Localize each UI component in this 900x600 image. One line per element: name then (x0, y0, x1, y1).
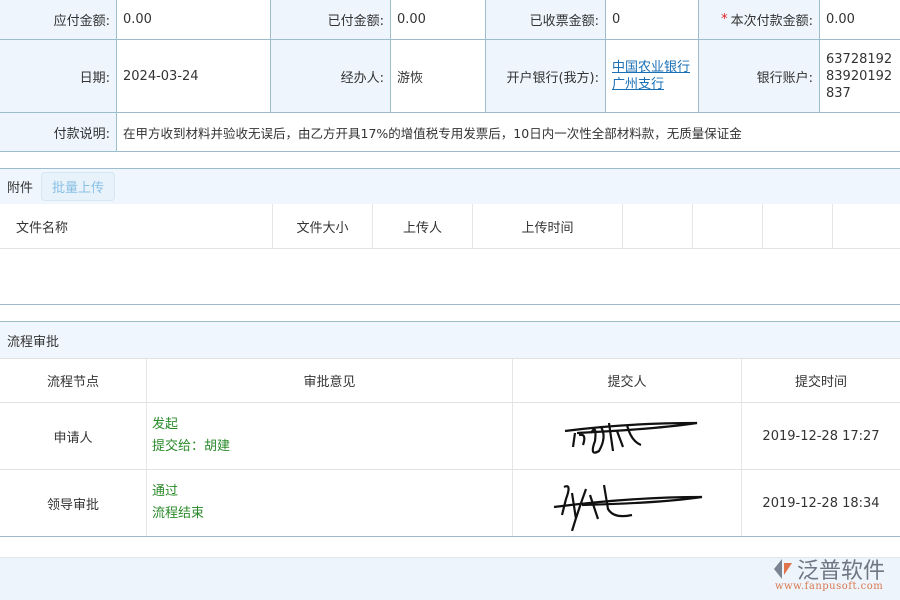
col-empty (623, 204, 693, 248)
submit-time: 2019-12-28 17:27 (742, 403, 900, 469)
col-upload-time[interactable]: 上传时间 (473, 204, 623, 248)
col-submitter: 提交人 (513, 359, 742, 402)
note-label: 付款说明: (0, 113, 117, 151)
opinion: 发起 (152, 414, 178, 436)
approval-row: 领导审批 通过 流程结束 2019-12-28 18:34 (0, 470, 900, 537)
approval-row: 申请人 发起 提交给：胡建 2019-12-28 17:27 (0, 403, 900, 470)
account-value: 6372819283920192837 (820, 40, 900, 112)
current-value: 0.00 (820, 0, 900, 39)
col-file-size[interactable]: 文件大小 (273, 204, 373, 248)
attachments-title: 附件 (7, 177, 33, 196)
footer (0, 557, 900, 600)
divider (0, 304, 900, 305)
signature (513, 470, 742, 536)
col-empty (693, 204, 763, 248)
watermark-url: www.fanpusoft.com (775, 581, 883, 592)
batch-upload-button[interactable]: 批量上传 (41, 172, 115, 201)
approval-title: 流程审批 (7, 331, 59, 350)
col-uploader[interactable]: 上传人 (373, 204, 473, 248)
node: 领导审批 (0, 470, 147, 536)
opinion: 通过 (152, 481, 178, 503)
submit-time: 2019-12-28 18:34 (742, 470, 900, 536)
bank-link[interactable]: 中国农业银行广州支行 (612, 59, 692, 93)
handler-label: 经办人: (271, 40, 391, 112)
logo-icon (770, 557, 794, 581)
handler-value: 游恢 (391, 40, 486, 112)
node: 申请人 (0, 403, 147, 469)
signature (513, 403, 742, 469)
col-opinion: 审批意见 (147, 359, 513, 402)
payment-form: 应付金额: 0.00 已付金额: 0.00 已收票金额: 0 *本次付款金额: … (0, 0, 900, 152)
account-label: 银行账户: (699, 40, 820, 112)
col-file-name[interactable]: 文件名称 (0, 204, 273, 248)
attachments-table-header: 文件名称 文件大小 上传人 上传时间 (0, 204, 900, 249)
opinion-detail: 流程结束 (152, 503, 204, 525)
invoiced-label: 已收票金额: (486, 0, 606, 39)
payable-label: 应付金额: (0, 0, 117, 39)
current-label: *本次付款金额: (699, 0, 820, 39)
attachments-header: 附件 批量上传 (0, 168, 900, 204)
paid-value: 0.00 (391, 0, 486, 39)
opinion-detail: 提交给：胡建 (152, 436, 230, 458)
col-node: 流程节点 (0, 359, 147, 402)
note-value: 在甲方收到材料并验收无误后，由乙方开具17%的增值税专用发票后，10日内一次性全… (117, 113, 900, 151)
payable-value: 0.00 (117, 0, 271, 39)
paid-label: 已付金额: (271, 0, 391, 39)
col-empty (763, 204, 833, 248)
approval-table-header: 流程节点 审批意见 提交人 提交时间 (0, 358, 900, 403)
col-empty (833, 204, 900, 248)
bank-label: 开户银行(我方): (486, 40, 606, 112)
date-label: 日期: (0, 40, 117, 112)
date-value: 2024-03-24 (117, 40, 271, 112)
invoiced-value: 0 (606, 0, 699, 39)
approval-header: 流程审批 (0, 321, 900, 358)
col-time: 提交时间 (742, 359, 900, 402)
